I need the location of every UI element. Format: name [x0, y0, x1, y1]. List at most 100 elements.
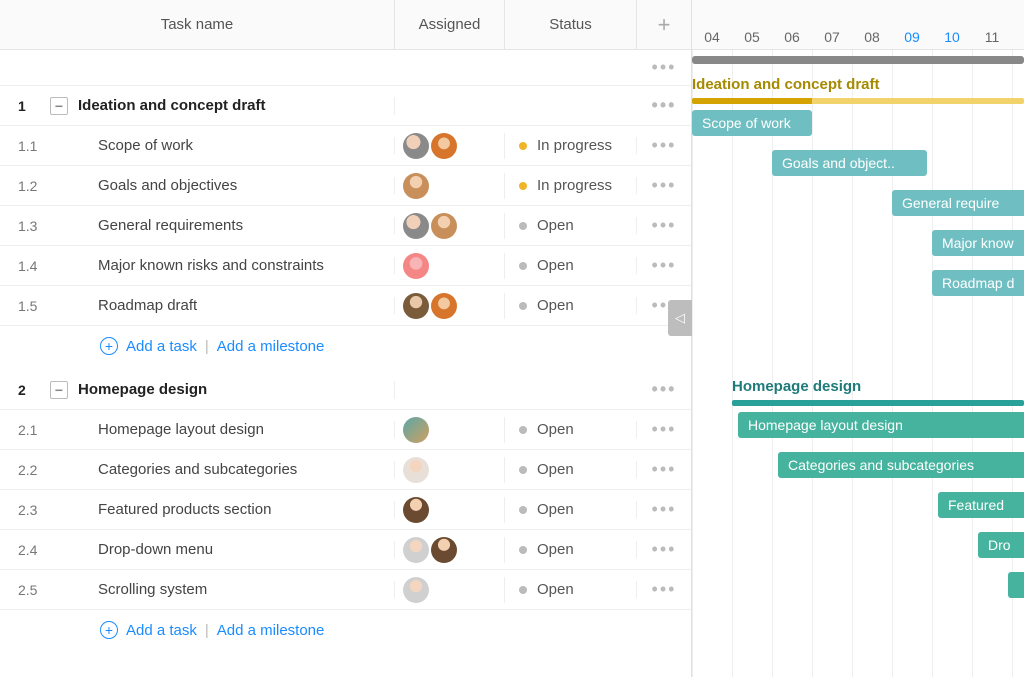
add-milestone-button[interactable]: Add a milestone	[217, 622, 325, 639]
day-cell[interactable]: 05	[732, 29, 772, 45]
assigned-cell[interactable]	[395, 253, 505, 279]
timeline-row: Homepage layout design	[692, 404, 1024, 444]
avatar[interactable]	[403, 497, 429, 523]
task-row[interactable]: 1.5 Roadmap draft Open •••	[0, 286, 691, 326]
status-cell[interactable]: Open	[505, 461, 637, 478]
row-actions[interactable]: •••	[637, 499, 691, 520]
status-cell[interactable]: In progress	[505, 137, 637, 154]
task-row[interactable]: 1.1 Scope of work In progress •••	[0, 126, 691, 166]
assigned-cell[interactable]	[395, 577, 505, 603]
name-cell: Goals and objectives	[50, 177, 395, 194]
row-actions[interactable]: •••	[637, 419, 691, 440]
status-label: In progress	[537, 177, 612, 194]
timeline-bar[interactable]: Scope of work	[692, 110, 812, 136]
plus-circle-icon[interactable]: +	[100, 337, 118, 355]
collapse-toggle[interactable]: −	[50, 381, 68, 399]
avatar[interactable]	[403, 417, 429, 443]
status-cell[interactable]: Open	[505, 217, 637, 234]
row-actions[interactable]: •••	[637, 579, 691, 600]
group-row[interactable]: 2 − Homepage design •••	[0, 370, 691, 410]
column-status[interactable]: Status	[505, 0, 637, 49]
timeline-bar[interactable]	[1008, 572, 1024, 598]
timeline-group-header[interactable]: Ideation and concept draft	[692, 78, 1024, 98]
timeline-bar[interactable]: Roadmap d	[932, 270, 1024, 296]
assigned-cell[interactable]	[395, 417, 505, 443]
row-actions[interactable]: •••	[637, 379, 691, 400]
avatar[interactable]	[403, 133, 429, 159]
status-cell[interactable]: Open	[505, 581, 637, 598]
assigned-cell[interactable]	[395, 213, 505, 239]
assigned-cell[interactable]	[395, 133, 505, 159]
assigned-cell[interactable]	[395, 457, 505, 483]
task-row[interactable]: 1.2 Goals and objectives In progress •••	[0, 166, 691, 206]
row-actions[interactable]: •••	[637, 95, 691, 116]
row-actions[interactable]: •••	[637, 255, 691, 276]
avatar[interactable]	[431, 133, 457, 159]
add-milestone-button[interactable]: Add a milestone	[217, 338, 325, 355]
status-cell[interactable]: Open	[505, 257, 637, 274]
day-cell[interactable]: 04	[692, 29, 732, 45]
avatar[interactable]	[403, 213, 429, 239]
assigned-cell[interactable]	[395, 537, 505, 563]
assigned-cell[interactable]	[395, 497, 505, 523]
day-cell[interactable]: 07	[812, 29, 852, 45]
status-cell[interactable]: In progress	[505, 177, 637, 194]
day-cell[interactable]: 09	[892, 29, 932, 45]
day-cell[interactable]: 06	[772, 29, 812, 45]
status-cell[interactable]: Open	[505, 297, 637, 314]
avatar[interactable]	[403, 537, 429, 563]
timeline-bar[interactable]: Dro	[978, 532, 1024, 558]
status-dot-icon	[519, 506, 527, 514]
task-row[interactable]: 2.4 Drop-down menu Open •••	[0, 530, 691, 570]
task-row[interactable]: 1.3 General requirements Open •••	[0, 206, 691, 246]
collapse-pane-button[interactable]: ◁	[668, 300, 692, 336]
row-actions[interactable]: •••	[637, 175, 691, 196]
timeline-bar[interactable]: Major know	[932, 230, 1024, 256]
name-cell: Scrolling system	[50, 581, 395, 598]
status-cell[interactable]: Open	[505, 541, 637, 558]
collapse-toggle[interactable]: −	[50, 97, 68, 115]
avatar[interactable]	[403, 293, 429, 319]
avatar[interactable]	[403, 457, 429, 483]
status-dot-icon	[519, 426, 527, 434]
avatar[interactable]	[431, 213, 457, 239]
plus-circle-icon[interactable]: +	[100, 621, 118, 639]
status-dot-icon	[519, 262, 527, 270]
add-column-button[interactable]: +	[637, 0, 691, 49]
timeline[interactable]: 04 05 06 07 08 09 10 11 Ideation and con…	[692, 0, 1024, 677]
timeline-bar[interactable]: Categories and subcategories	[778, 452, 1024, 478]
row-actions[interactable]: •••	[637, 459, 691, 480]
task-row[interactable]: 1.4 Major known risks and constraints Op…	[0, 246, 691, 286]
row-actions[interactable]: •••	[637, 539, 691, 560]
task-row[interactable]: 2.3 Featured products section Open •••	[0, 490, 691, 530]
status-cell[interactable]: Open	[505, 501, 637, 518]
day-cell[interactable]: 11	[972, 29, 1012, 45]
status-cell[interactable]: Open	[505, 421, 637, 438]
row-actions[interactable]: •••	[637, 135, 691, 156]
column-task-name[interactable]: Task name	[0, 0, 395, 49]
timeline-bar[interactable]: Goals and object..	[772, 150, 927, 176]
timeline-scrollbar[interactable]	[692, 56, 1024, 64]
row-actions[interactable]: •••	[637, 57, 691, 78]
column-assigned[interactable]: Assigned	[395, 0, 505, 49]
task-row[interactable]: 2.2 Categories and subcategories Open ••…	[0, 450, 691, 490]
day-cell[interactable]: 10	[932, 29, 972, 45]
avatar[interactable]	[431, 293, 457, 319]
row-actions[interactable]: •••	[637, 215, 691, 236]
add-task-button[interactable]: Add a task	[126, 338, 197, 355]
timeline-group-header[interactable]: Homepage design	[692, 380, 1024, 400]
avatar[interactable]	[431, 537, 457, 563]
day-cell[interactable]: 08	[852, 29, 892, 45]
timeline-bar[interactable]: General require	[892, 190, 1024, 216]
timeline-bar[interactable]: Homepage layout design	[738, 412, 1024, 438]
assigned-cell[interactable]	[395, 293, 505, 319]
timeline-bar[interactable]: Featured	[938, 492, 1024, 518]
add-task-button[interactable]: Add a task	[126, 622, 197, 639]
avatar[interactable]	[403, 173, 429, 199]
group-row[interactable]: 1 − Ideation and concept draft •••	[0, 86, 691, 126]
task-row[interactable]: 2.5 Scrolling system Open •••	[0, 570, 691, 610]
assigned-cell[interactable]	[395, 173, 505, 199]
task-row[interactable]: 2.1 Homepage layout design Open •••	[0, 410, 691, 450]
avatar[interactable]	[403, 577, 429, 603]
avatar[interactable]	[403, 253, 429, 279]
